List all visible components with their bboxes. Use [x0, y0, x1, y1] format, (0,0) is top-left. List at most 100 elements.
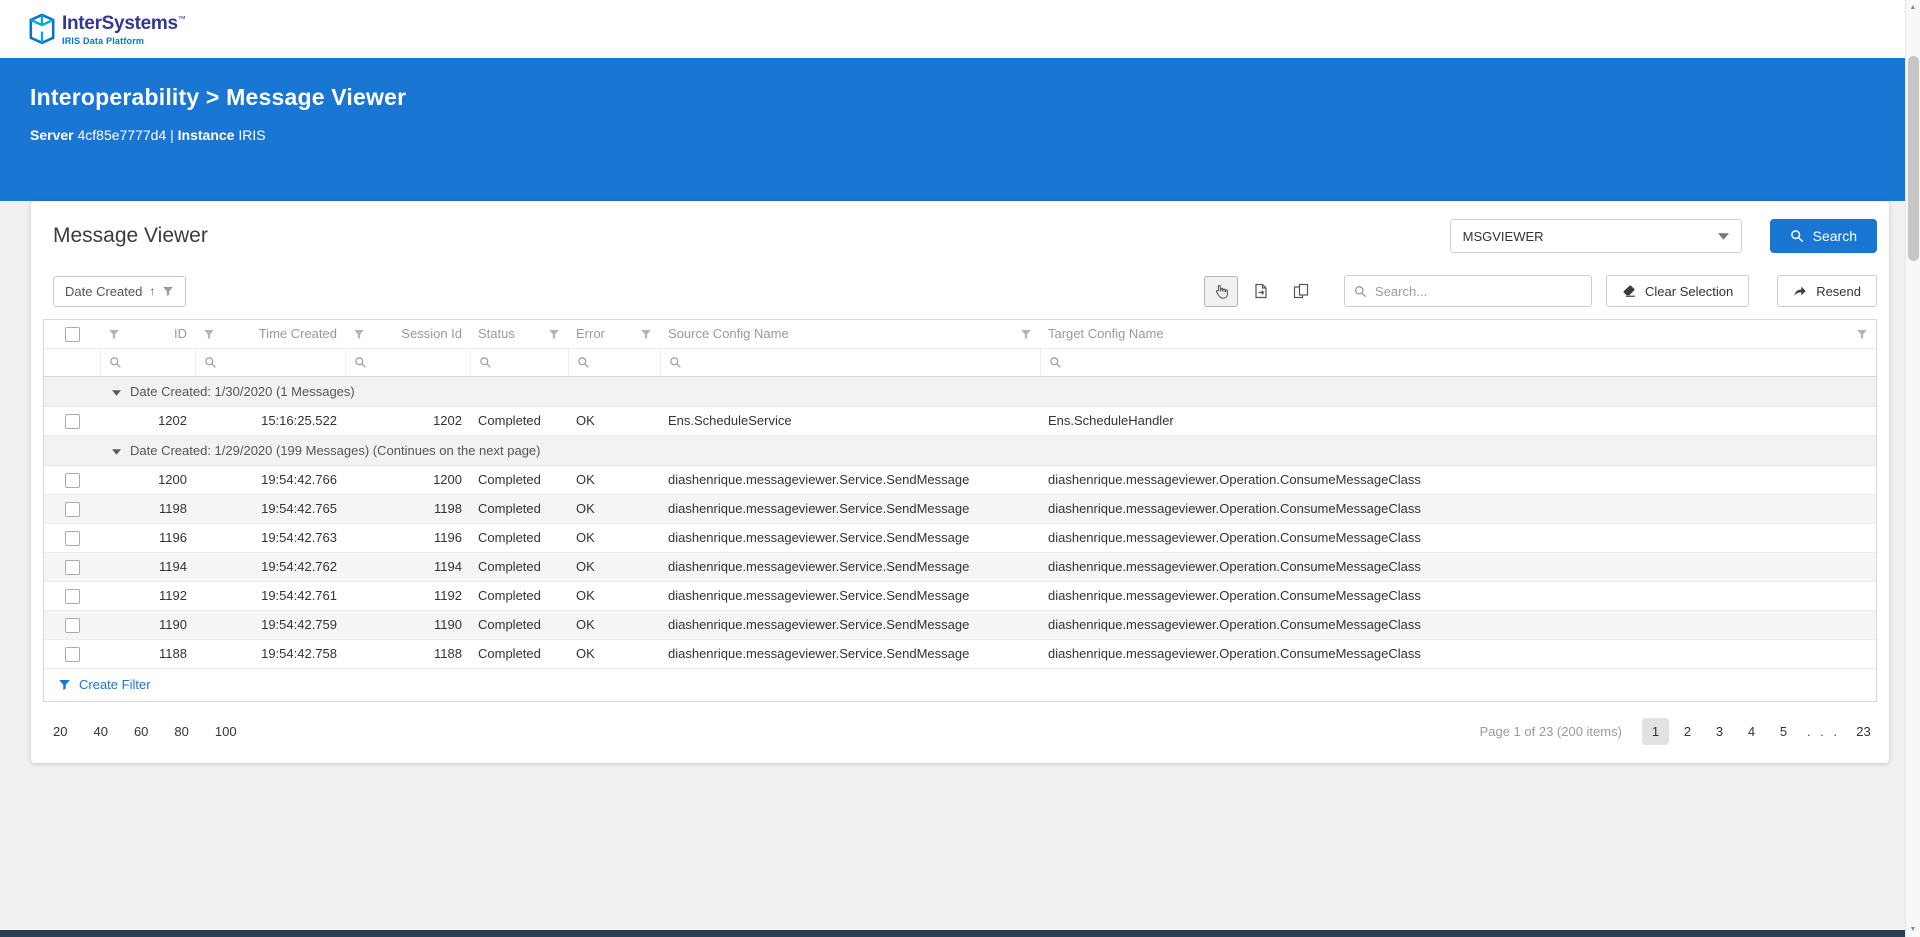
page-button[interactable]: 1	[1641, 717, 1669, 745]
page-button[interactable]: 3	[1706, 718, 1733, 745]
column-header-id[interactable]: ID	[174, 326, 187, 341]
row-checkbox[interactable]	[64, 646, 80, 662]
instance-value: IRIS	[238, 127, 266, 143]
row-checkbox[interactable]	[64, 530, 80, 546]
namespace-select[interactable]: MSGVIEWER	[1449, 219, 1742, 253]
server-label: Server	[30, 127, 74, 143]
column-header-source-config[interactable]: Source Config Name	[668, 326, 789, 341]
cell-time-created: 15:16:25.522	[195, 406, 345, 436]
column-header-target-config[interactable]: Target Config Name	[1048, 326, 1164, 341]
page-size-option[interactable]: 80	[164, 718, 198, 745]
row-checkbox[interactable]	[64, 559, 80, 575]
column-header-time-created[interactable]: Time Created	[259, 326, 337, 341]
table-row[interactable]: 1196 19:54:42.763 1196 Completed OK diashenri…	[44, 523, 1876, 553]
table-row[interactable]: 1194 19:54:42.762 1194 Completed OK diashenri…	[44, 552, 1876, 582]
row-checkbox[interactable]	[64, 413, 80, 429]
cell-source-config: diashenrique.messageviewer.Service.SendM…	[660, 552, 1040, 582]
vertical-scrollbar[interactable]: ▲ ▼	[1905, 0, 1920, 937]
filter-cell-session-id[interactable]	[346, 356, 470, 369]
page-size-option[interactable]: 60	[124, 718, 158, 745]
export-button[interactable]	[1244, 276, 1278, 307]
toolbar-search[interactable]	[1344, 275, 1593, 307]
cell-source-config: diashenrique.messageviewer.Service.SendM…	[660, 465, 1040, 495]
header-filter-icon-status[interactable]	[548, 328, 560, 340]
cell-id: 1190	[100, 610, 195, 640]
page-button[interactable]: 2	[1674, 718, 1701, 745]
trademark-symbol: ™	[177, 14, 186, 24]
scroll-down-arrow[interactable]: ▼	[1906, 922, 1920, 937]
row-checkbox[interactable]	[64, 472, 80, 488]
cell-target-config: diashenrique.messageviewer.Operation.Con…	[1040, 552, 1876, 582]
grid-body: Date Created: 1/30/2020 (1 Messages) 1202…	[44, 376, 1876, 669]
clear-selection-button[interactable]: Clear Selection	[1606, 275, 1750, 307]
cell-source-config: diashenrique.messageviewer.Service.SendM…	[660, 581, 1040, 611]
scroll-up-arrow[interactable]: ▲	[1906, 0, 1920, 15]
filter-cell-time-created[interactable]	[196, 356, 345, 369]
filter-cell-target-config[interactable]	[1041, 356, 1877, 369]
column-header-status[interactable]: Status	[478, 326, 515, 341]
header-filter-icon-target-config[interactable]	[1856, 328, 1868, 340]
header-filter-icon-source-config[interactable]	[1020, 328, 1032, 340]
toolbar-search-input[interactable]	[1375, 283, 1583, 299]
header-filter-icon-time-created[interactable]	[203, 328, 215, 340]
cell-session-id: 1198	[345, 494, 470, 524]
table-row[interactable]: 1198 19:54:42.765 1198 Completed OK diashenri…	[44, 494, 1876, 524]
scrollbar-thumb[interactable]	[1908, 56, 1919, 261]
cell-source-config: diashenrique.messageviewer.Service.SendM…	[660, 610, 1040, 640]
server-info: Server 4cf85e7777d4 | Instance IRIS	[30, 127, 1920, 143]
group-row: Date Created: 1/30/2020 (1 Messages)	[44, 376, 1876, 407]
search-button[interactable]: Search	[1769, 219, 1877, 253]
page-button[interactable]: 23	[1850, 718, 1877, 745]
grid-filter-row	[44, 348, 1877, 377]
page-size-option[interactable]: 20	[43, 718, 77, 745]
sort-date-created-button[interactable]: Date Created ↑	[53, 275, 187, 307]
cell-time-created: 19:54:42.765	[195, 494, 345, 524]
page-size-option[interactable]: 100	[205, 718, 247, 745]
table-row[interactable]: 1192 19:54:42.761 1192 Completed OK diashenri…	[44, 581, 1876, 611]
select-all-checkbox[interactable]	[64, 326, 80, 342]
cell-status: Completed	[470, 406, 568, 436]
collapse-caret-icon[interactable]	[112, 389, 121, 396]
page-size-option[interactable]: 40	[83, 718, 117, 745]
row-checkbox[interactable]	[64, 501, 80, 517]
cell-time-created: 19:54:42.762	[195, 552, 345, 582]
header-filter-icon-error[interactable]	[640, 328, 652, 340]
breadcrumb: Interoperability > Message Viewer	[30, 84, 407, 110]
cell-status: Completed	[470, 494, 568, 524]
create-filter[interactable]: Create Filter	[44, 669, 1876, 701]
row-checkbox[interactable]	[64, 617, 80, 633]
page-button[interactable]: 5	[1770, 718, 1797, 745]
row-checkbox[interactable]	[64, 588, 80, 604]
filter-icon	[59, 680, 70, 690]
group-header[interactable]: Date Created: 1/29/2020 (199 Messages) (…	[44, 435, 1876, 466]
search-icon	[204, 356, 216, 368]
cell-session-id: 1196	[345, 523, 470, 553]
cell-error: OK	[568, 552, 660, 582]
column-chooser-button[interactable]	[1284, 276, 1318, 307]
table-row[interactable]: 1200 19:54:42.766 1200 Completed OK diashenri…	[44, 465, 1876, 495]
card-header: Message Viewer MSGVIEWER Search	[31, 201, 1889, 267]
header-filter-icon-id[interactable]	[108, 328, 120, 340]
pager: 20 40 60 80 100 Page 1 of 23 (200 items) 123…	[43, 717, 1877, 745]
column-header-error[interactable]: Error	[576, 326, 605, 341]
page-button[interactable]: 4	[1738, 718, 1765, 745]
collapse-caret-icon[interactable]	[112, 448, 121, 455]
table-row[interactable]: 1202 15:16:25.522 1202 Completed OK Ens.Sched…	[44, 406, 1876, 436]
table-row[interactable]: 1188 19:54:42.758 1188 Completed OK diashenri…	[44, 639, 1876, 669]
cell-id: 1202	[100, 406, 195, 436]
table-row[interactable]: 1190 19:54:42.759 1190 Completed OK diashenri…	[44, 610, 1876, 640]
filter-cell-status[interactable]	[471, 356, 568, 369]
resend-button[interactable]: Resend	[1777, 275, 1877, 307]
column-header-session-id[interactable]: Session Id	[401, 326, 462, 341]
filter-cell-id[interactable]	[101, 356, 195, 369]
selection-mode-button[interactable]	[1204, 275, 1239, 307]
cell-target-config: diashenrique.messageviewer.Operation.Con…	[1040, 639, 1876, 669]
group-header[interactable]: Date Created: 1/30/2020 (1 Messages)	[44, 376, 1876, 407]
search-icon	[1049, 356, 1061, 368]
filter-cell-error[interactable]	[569, 356, 660, 369]
header-filter-icon-session-id[interactable]	[353, 328, 365, 340]
intersystems-logo-icon	[29, 13, 55, 44]
eraser-icon	[1623, 285, 1635, 297]
filter-cell-source-config[interactable]	[661, 356, 1040, 369]
pager-summary: Page 1 of 23 (200 items)	[1479, 723, 1622, 739]
